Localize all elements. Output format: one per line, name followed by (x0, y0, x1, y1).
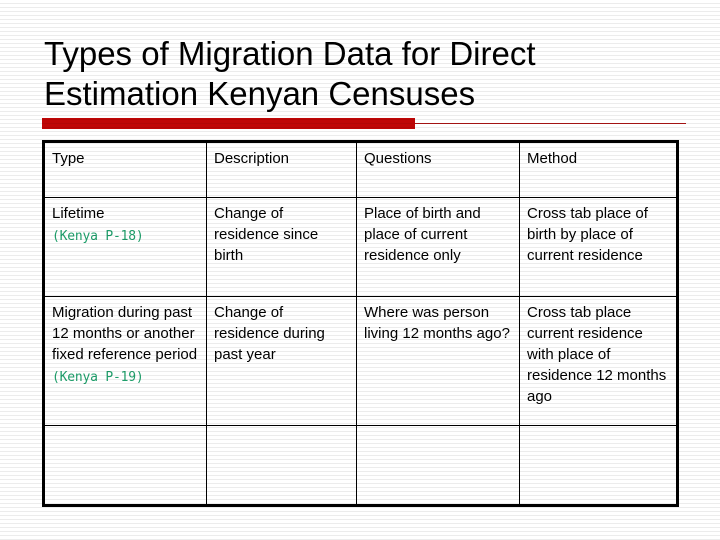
table-row: Lifetime (Kenya P-18) Change of residenc… (43, 197, 678, 297)
cell-method-text: Cross tab place current residence with p… (527, 304, 667, 405)
cell-description: Change of residence since birth (206, 197, 357, 297)
column-header-method-label: Method (527, 150, 578, 167)
slide-canvas: Types of Migration Data for Direct Estim… (0, 0, 720, 540)
cell-method: Cross tab place current residence with p… (519, 296, 678, 426)
cell-questions: Where was person living 12 months ago? (356, 296, 520, 426)
table-row: Migration during past 12 months or anoth… (43, 296, 678, 426)
page-title: Types of Migration Data for Direct Estim… (44, 35, 536, 112)
title-accent-rule (42, 118, 686, 130)
column-header-method: Method (519, 141, 678, 198)
cell-description-text: Change of residence since birth (214, 205, 319, 264)
cell-type (43, 425, 207, 506)
cell-type-text: Lifetime (52, 205, 105, 222)
column-header-type-label: Type (52, 150, 85, 167)
accent-thick-bar (42, 118, 415, 129)
column-header-questions-label: Questions (364, 150, 432, 167)
column-header-description-label: Description (214, 150, 290, 167)
cell-questions-text: Place of birth and place of current resi… (364, 205, 481, 264)
cell-method (519, 425, 678, 506)
migration-data-table: Type Description Questions Method Lifeti… (42, 140, 679, 507)
cell-description-text: Change of residence during past year (214, 304, 325, 363)
cell-questions (356, 425, 520, 506)
cell-type: Lifetime (Kenya P-18) (43, 197, 207, 297)
column-header-type: Type (43, 141, 207, 198)
cell-description (206, 425, 357, 506)
cell-questions: Place of birth and place of current resi… (356, 197, 520, 297)
cell-type-text: Migration during past 12 months or anoth… (52, 304, 198, 363)
cell-method: Cross tab place of birth by place of cur… (519, 197, 678, 297)
cell-type-source-note: (Kenya P-19) (52, 370, 144, 385)
column-header-description: Description (206, 141, 357, 198)
column-header-questions: Questions (356, 141, 520, 198)
cell-description: Change of residence during past year (206, 296, 357, 426)
cell-type-source-note: (Kenya P-18) (52, 229, 144, 244)
cell-questions-text: Where was person living 12 months ago? (364, 304, 510, 342)
table-row (43, 425, 678, 506)
cell-type: Migration during past 12 months or anoth… (43, 296, 207, 426)
cell-method-text: Cross tab place of birth by place of cur… (527, 205, 648, 264)
table-header-row: Type Description Questions Method (43, 141, 678, 198)
